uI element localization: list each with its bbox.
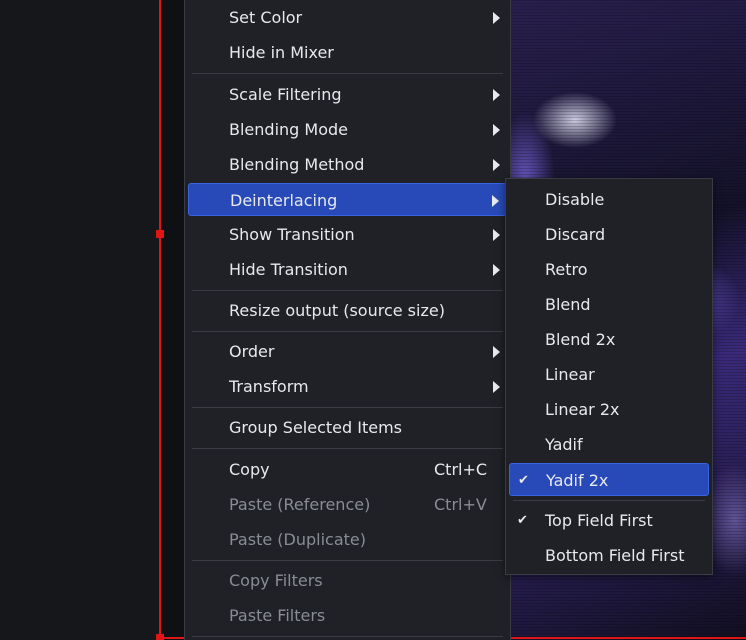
submenu-arrow-icon <box>493 346 500 358</box>
submenu-arrow-icon <box>493 264 500 276</box>
menu-item-copy-filters: Copy Filters <box>188 564 507 597</box>
menu-item-label: Set Color <box>229 8 303 27</box>
menu-item-shortcut: Ctrl+C <box>434 460 488 479</box>
menu-item-label: Bottom Field First <box>545 546 685 565</box>
menu-item-paste-filters: Paste Filters <box>188 599 507 632</box>
menu-item-hide-transition[interactable]: Hide Transition <box>188 253 507 286</box>
menu-item-label: Deinterlacing <box>230 191 338 210</box>
submenu-arrow-icon <box>493 89 500 101</box>
menu-item-scale-filtering[interactable]: Scale Filtering <box>188 78 507 111</box>
selection-bounds-left-edge <box>159 0 161 640</box>
deinterlace-option-disable[interactable]: Disable <box>509 183 709 216</box>
selection-resize-handle-bottom-left[interactable] <box>156 634 164 640</box>
menu-item-label: Blend <box>545 295 591 314</box>
deinterlace-option-discard[interactable]: Discard <box>509 218 709 251</box>
menu-item-label: Linear 2x <box>545 400 620 419</box>
menu-separator <box>192 331 503 332</box>
submenu-arrow-icon <box>493 381 500 393</box>
source-context-menu: Set Color Hide in Mixer Scale Filtering … <box>184 0 511 640</box>
deinterlacing-submenu: Disable Discard Retro Blend Blend 2x Lin… <box>505 178 713 575</box>
menu-item-label: Copy Filters <box>229 571 323 590</box>
menu-item-set-color[interactable]: Set Color <box>188 1 507 34</box>
menu-item-copy[interactable]: Copy Ctrl+C <box>188 453 507 486</box>
deinterlace-option-bottom-field-first[interactable]: Bottom Field First <box>509 539 709 572</box>
submenu-arrow-icon <box>493 12 500 24</box>
deinterlace-option-linear-2x[interactable]: Linear 2x <box>509 393 709 426</box>
deinterlace-option-yadif[interactable]: Yadif <box>509 428 709 461</box>
menu-item-label: Discard <box>545 225 606 244</box>
submenu-arrow-icon <box>493 229 500 241</box>
menu-separator <box>192 73 503 74</box>
preview-canvas-background <box>0 0 160 640</box>
menu-item-label: Order <box>229 342 275 361</box>
menu-separator <box>192 407 503 408</box>
deinterlace-option-linear[interactable]: Linear <box>509 358 709 391</box>
deinterlace-option-blend-2x[interactable]: Blend 2x <box>509 323 709 356</box>
submenu-arrow-icon <box>493 124 500 136</box>
menu-separator <box>513 500 705 501</box>
menu-item-label: Copy <box>229 460 270 479</box>
submenu-arrow-icon <box>492 195 499 207</box>
menu-item-label: Top Field First <box>545 511 653 530</box>
checkmark-icon: ✔ <box>517 513 528 528</box>
menu-item-label: Blending Mode <box>229 120 348 139</box>
menu-item-transform[interactable]: Transform <box>188 370 507 403</box>
deinterlace-option-yadif-2x[interactable]: ✔ Yadif 2x <box>509 463 709 496</box>
menu-item-label: Hide in Mixer <box>229 43 334 62</box>
deinterlace-option-retro[interactable]: Retro <box>509 253 709 286</box>
menu-item-group-selected-items[interactable]: Group Selected Items <box>188 411 507 444</box>
menu-separator <box>192 448 503 449</box>
menu-item-label: Group Selected Items <box>229 418 402 437</box>
menu-item-label: Paste (Duplicate) <box>229 530 366 549</box>
menu-item-deinterlacing[interactable]: Deinterlacing <box>188 183 507 216</box>
menu-item-label: Blending Method <box>229 155 365 174</box>
menu-item-paste-reference: Paste (Reference) Ctrl+V <box>188 488 507 521</box>
menu-item-label: Retro <box>545 260 588 279</box>
menu-item-label: Scale Filtering <box>229 85 342 104</box>
deinterlace-option-top-field-first[interactable]: ✔ Top Field First <box>509 504 709 537</box>
menu-separator <box>192 636 503 637</box>
menu-item-paste-duplicate: Paste (Duplicate) <box>188 523 507 556</box>
menu-item-label: Blend 2x <box>545 330 616 349</box>
menu-item-label: Paste (Reference) <box>229 495 371 514</box>
preview-canvas-strip <box>161 0 185 640</box>
menu-item-show-transition[interactable]: Show Transition <box>188 218 507 251</box>
menu-item-label: Transform <box>229 377 309 396</box>
menu-separator <box>192 560 503 561</box>
menu-item-order[interactable]: Order <box>188 335 507 368</box>
menu-item-label: Yadif <box>545 435 583 454</box>
selection-resize-handle-left[interactable] <box>156 230 164 238</box>
checkmark-icon: ✔ <box>518 473 529 488</box>
menu-item-blending-method[interactable]: Blending Method <box>188 148 507 181</box>
menu-item-blending-mode[interactable]: Blending Mode <box>188 113 507 146</box>
deinterlace-option-blend[interactable]: Blend <box>509 288 709 321</box>
menu-item-label: Linear <box>545 365 595 384</box>
menu-item-label: Show Transition <box>229 225 355 244</box>
menu-item-label: Disable <box>545 190 605 209</box>
obs-preview-area: Set Color Hide in Mixer Scale Filtering … <box>0 0 746 640</box>
menu-item-label: Hide Transition <box>229 260 348 279</box>
menu-separator <box>192 290 503 291</box>
menu-item-hide-in-mixer[interactable]: Hide in Mixer <box>188 36 507 69</box>
submenu-arrow-icon <box>493 159 500 171</box>
menu-item-resize-output[interactable]: Resize output (source size) <box>188 294 507 327</box>
menu-item-label: Yadif 2x <box>546 471 609 490</box>
menu-item-label: Paste Filters <box>229 606 326 625</box>
menu-item-shortcut: Ctrl+V <box>434 495 487 514</box>
menu-item-label: Resize output (source size) <box>229 301 445 320</box>
